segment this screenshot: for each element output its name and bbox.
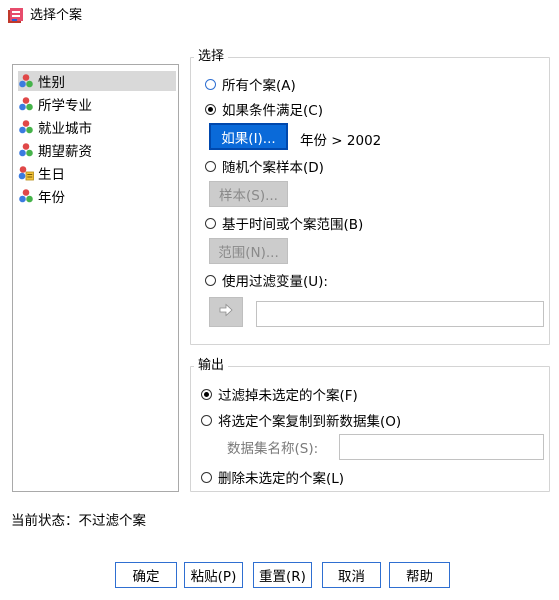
dataset-name-label: 数据集名称(S):: [227, 441, 319, 457]
radio-delete-unselected[interactable]: 删除未选定的个案(L): [201, 467, 344, 487]
radio-all-cases[interactable]: 所有个案(A): [205, 74, 296, 94]
variable-label: 生日: [38, 167, 65, 183]
paste-button[interactable]: 粘贴(P): [184, 562, 243, 588]
variable-item[interactable]: 年份: [18, 186, 176, 206]
variable-label: 年份: [38, 190, 65, 206]
cancel-button[interactable]: 取消: [322, 562, 381, 588]
radio-button[interactable]: [205, 78, 216, 90]
radio-button[interactable]: [201, 388, 212, 400]
radio-button[interactable]: [205, 160, 216, 172]
variable-label: 就业城市: [38, 121, 92, 137]
dialog-icon: [7, 7, 25, 25]
radio-filter-variable[interactable]: 使用过滤变量(U):: [205, 270, 328, 290]
variable-item[interactable]: 所学专业: [18, 94, 176, 114]
select-group-legend: 选择: [194, 49, 229, 65]
nominal-variable-icon: [18, 73, 34, 89]
radio-button[interactable]: [205, 274, 216, 286]
help-button[interactable]: 帮助: [389, 562, 450, 588]
sample-button[interactable]: 样本(S)...: [209, 181, 288, 207]
radio-button[interactable]: [205, 103, 216, 115]
variable-item[interactable]: 期望薪资: [18, 140, 176, 160]
variable-list[interactable]: 性别 所学专业 就业城市 期望薪资 生日 年份: [12, 64, 179, 492]
nominal-variable-icon: [18, 96, 34, 112]
dataset-name-field[interactable]: [339, 434, 544, 460]
variable-label: 期望薪资: [38, 144, 92, 160]
variable-item[interactable]: 就业城市: [18, 117, 176, 137]
radio-filter-out[interactable]: 过滤掉未选定的个案(F): [201, 384, 358, 404]
variable-label: 所学专业: [38, 98, 92, 114]
variable-label: 性别: [38, 75, 65, 91]
output-group-legend: 输出: [194, 358, 229, 374]
variable-item[interactable]: 性别: [18, 71, 176, 91]
radio-copy-to-dataset[interactable]: 将选定个案复制到新数据集(O): [201, 410, 401, 430]
date-variable-icon: [18, 165, 34, 181]
condition-text: 年份 > 2002: [300, 133, 382, 149]
nominal-variable-icon: [18, 119, 34, 135]
reset-button[interactable]: 重置(R): [253, 562, 312, 588]
if-button[interactable]: 如果(I)...: [209, 123, 288, 150]
ok-button[interactable]: 确定: [115, 562, 177, 588]
radio-if-condition[interactable]: 如果条件满足(C): [205, 99, 323, 119]
variable-item[interactable]: 生日: [18, 163, 176, 183]
window-title: 选择个案: [30, 8, 83, 23]
radio-time-range[interactable]: 基于时间或个案范围(B): [205, 213, 363, 233]
current-status: 当前状态：不过滤个案: [11, 513, 146, 529]
radio-button[interactable]: [201, 471, 212, 483]
arrow-right-icon: [218, 303, 234, 321]
radio-random-sample[interactable]: 随机个案样本(D): [205, 156, 324, 176]
filter-variable-field[interactable]: [256, 301, 544, 327]
radio-button[interactable]: [205, 217, 216, 229]
nominal-variable-icon: [18, 142, 34, 158]
range-button[interactable]: 范围(N)...: [209, 238, 288, 264]
radio-button[interactable]: [201, 414, 212, 426]
nominal-variable-icon: [18, 188, 34, 204]
move-variable-button[interactable]: [209, 297, 243, 327]
